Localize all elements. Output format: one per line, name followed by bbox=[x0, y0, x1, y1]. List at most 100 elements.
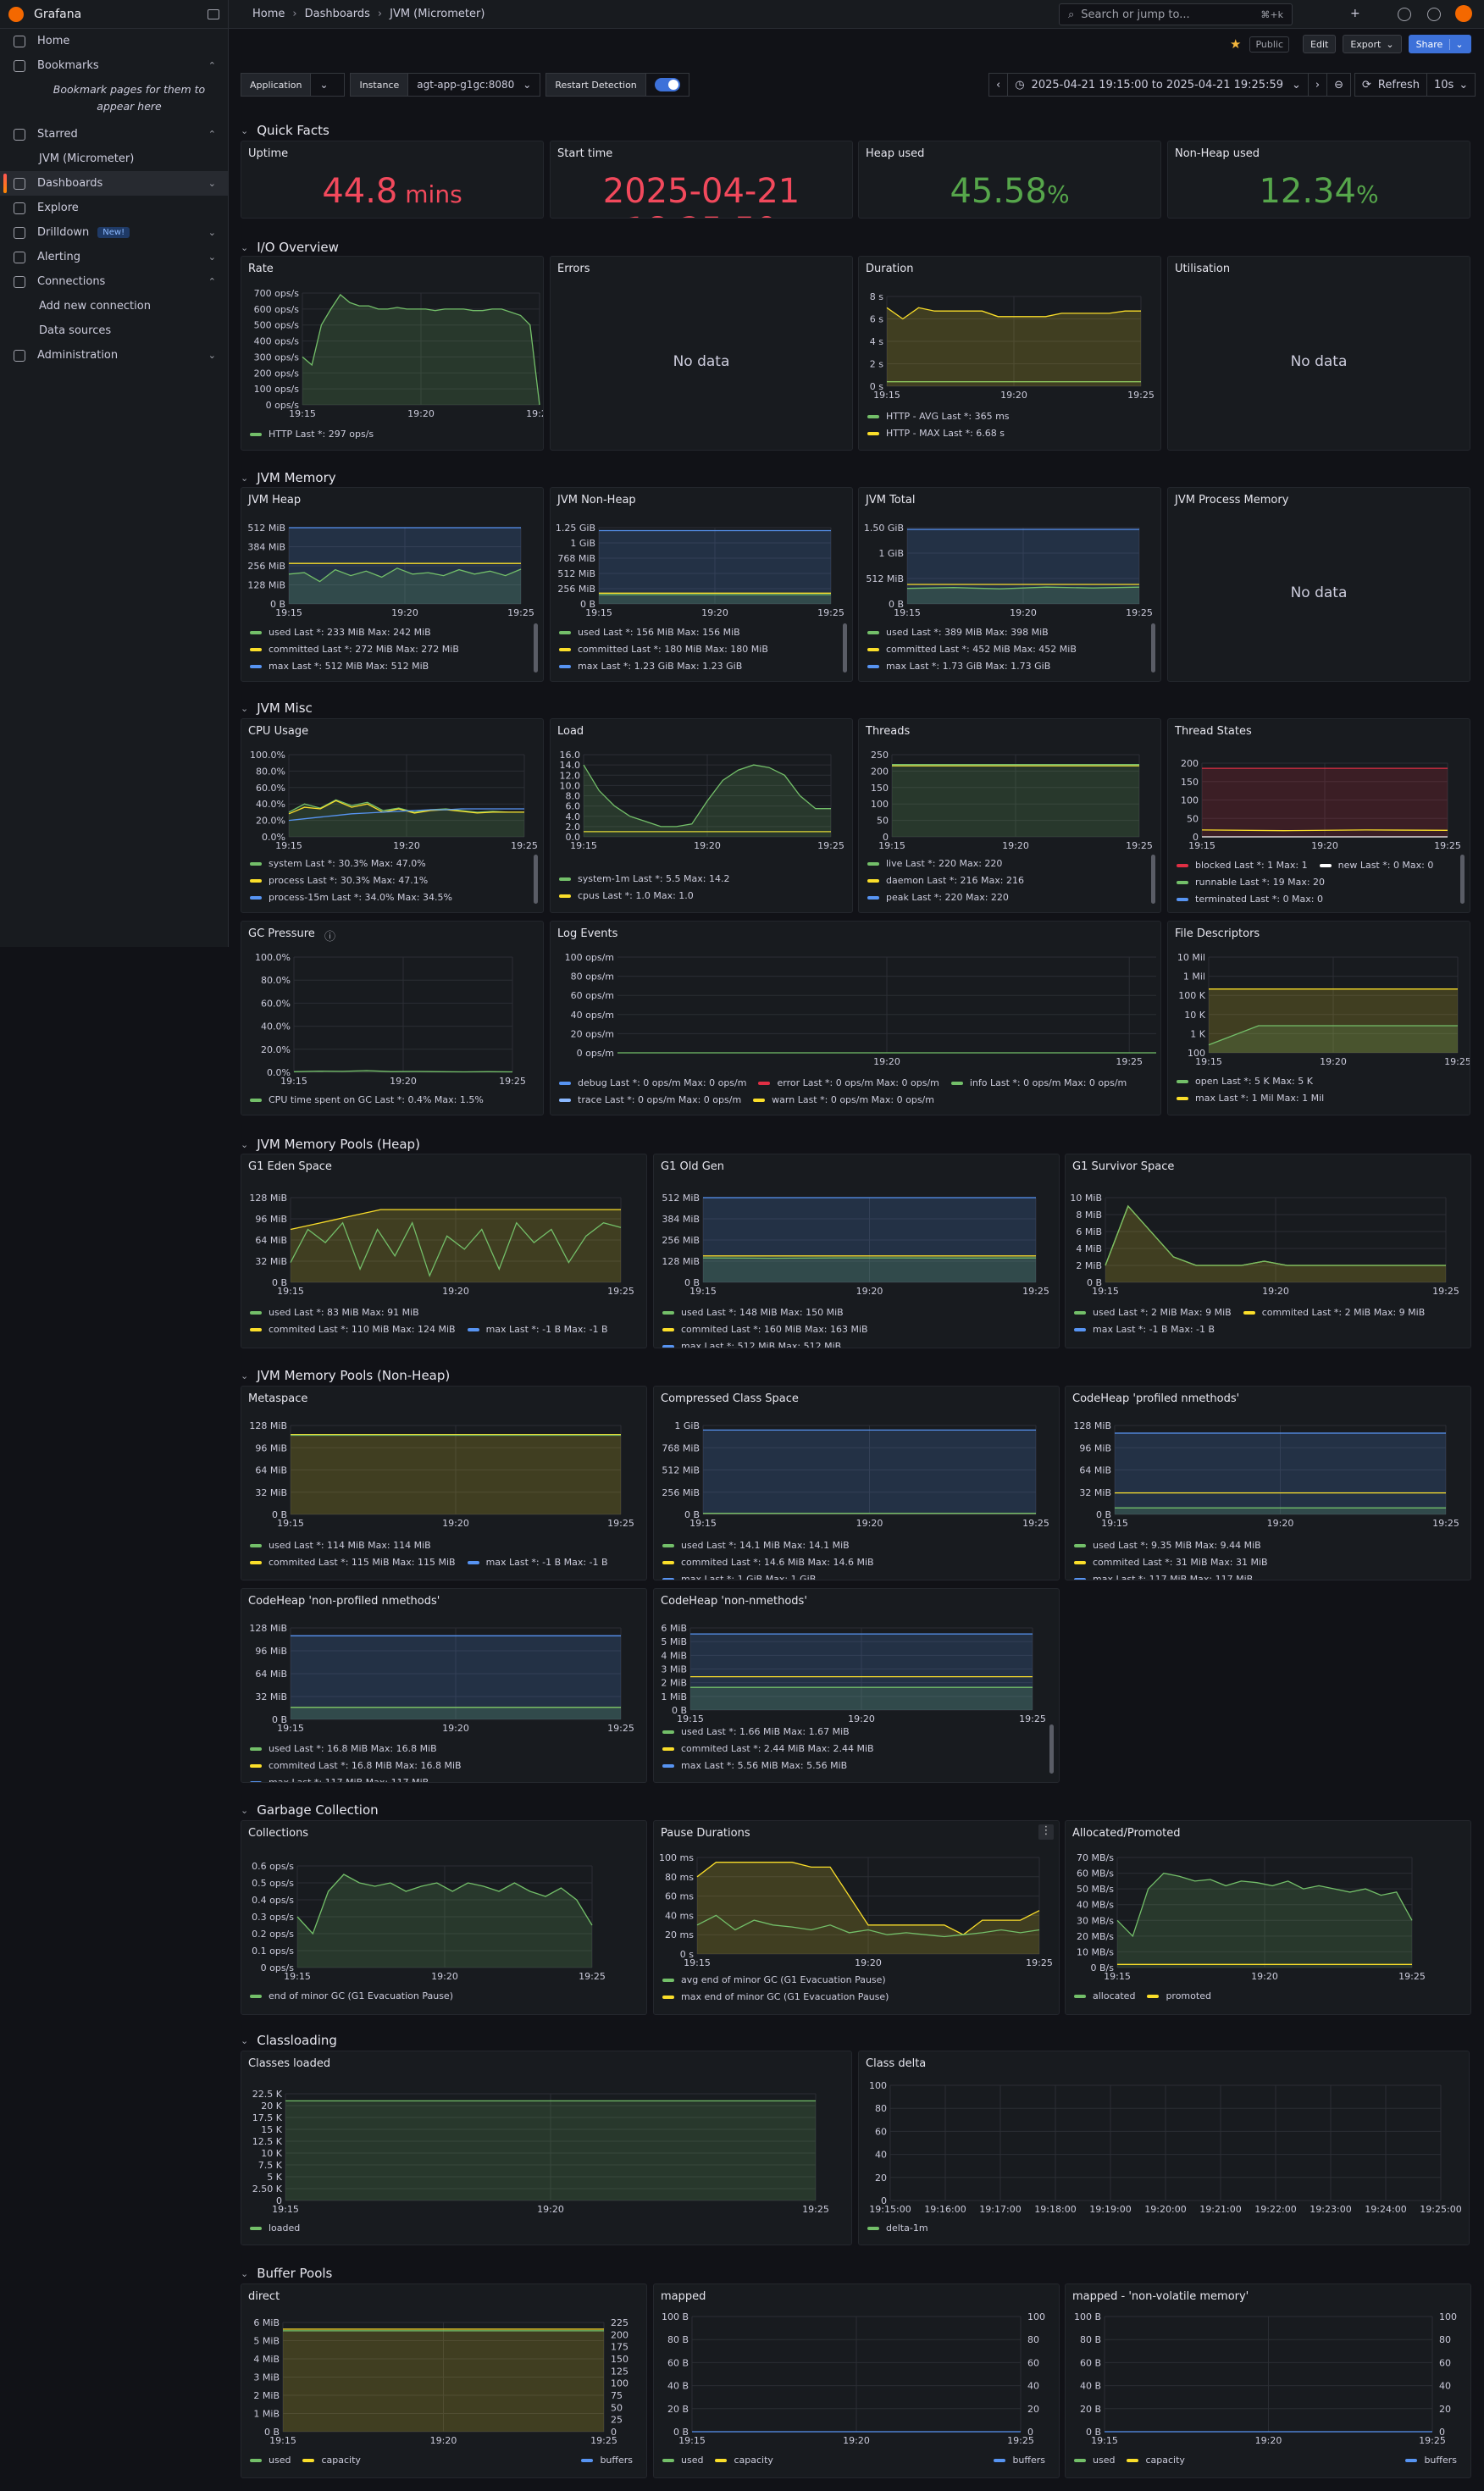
panel-gc-pressure[interactable]: GC Pressure ⓘ 100.0% 80.0% 60.0% 40.0% 20.0% 0.… bbox=[241, 921, 544, 1115]
chevron-down-icon[interactable]: ⌄ bbox=[241, 473, 248, 484]
legend-item[interactable]: debug Last *: 0 ops/m Max: 0 ops/m bbox=[559, 1075, 746, 1092]
row-header[interactable]: ⌄ Classloading bbox=[241, 2030, 337, 2051]
grafana-logo-icon[interactable] bbox=[8, 6, 24, 22]
panel-jvm-non-heap[interactable]: JVM Non-Heap 1.25 GiB 1 GiB 768 MiB 512 MiB 2… bbox=[550, 487, 853, 682]
chevron-icon[interactable]: ⌃ bbox=[208, 60, 216, 71]
legend-item[interactable]: error Last *: 0 ops/m Max: 0 ops/m bbox=[758, 1075, 939, 1092]
time-range-button[interactable]: ◷ 2025-04-21 19:15:00 to 2025-04-21 19:25… bbox=[1008, 73, 1309, 97]
legend-item[interactable]: info Last *: 0 ops/m Max: 0 ops/m bbox=[950, 1075, 1127, 1092]
panel-jvm-total[interactable]: JVM Total 1.50 GiB 1 GiB 512 MiB 0 B 19:15 19:… bbox=[858, 487, 1161, 682]
legend-item[interactable]: trace Last *: 0 ops/m Max: 0 ops/m bbox=[559, 1092, 741, 1109]
legend-item[interactable]: commited Last *: 160 MiB Max: 163 MiB bbox=[662, 1321, 868, 1338]
legend-item[interactable]: used Last *: 14.1 MiB Max: 14.1 MiB bbox=[662, 1537, 850, 1554]
share-button[interactable]: Share ⌄ bbox=[1408, 35, 1471, 53]
sidebar-item-drilldown[interactable]: Drilldown New! ⌄ bbox=[0, 220, 228, 245]
chevron-down-icon[interactable]: ⌄ bbox=[241, 1370, 248, 1381]
panel-load[interactable]: Load 16.0 14.0 12.0 10.0 8.0 6.0 4.0 2.0 0.0 19:15… bbox=[550, 718, 853, 913]
panel-start-time[interactable]: Start time 2025-04-21 18:25:50 bbox=[550, 141, 853, 219]
panel-classes-loaded[interactable]: Classes loaded 22.5 K 20 K 17.5 K 15 K 12.5 K… bbox=[241, 2051, 852, 2245]
row-header[interactable]: ⌄ JVM Misc bbox=[241, 698, 313, 718]
legend-item[interactable]: used bbox=[250, 2452, 291, 2469]
legend-item[interactable]: max Last *: -1 B Max: -1 B bbox=[467, 1554, 608, 1571]
panel-codeheap-profiled[interactable]: CodeHeap 'profiled nmethods' 128 MiB 96 Mi… bbox=[1065, 1386, 1471, 1580]
legend-item[interactable]: used Last *: 148 MiB Max: 150 MiB bbox=[662, 1304, 844, 1321]
application-select[interactable]: ⌄ bbox=[311, 73, 346, 97]
legend-item[interactable]: max Last *: 512 MiB Max: 512 MiB bbox=[250, 658, 534, 675]
legend-item[interactable]: max Last *: -1 B Max: -1 B bbox=[467, 1321, 608, 1338]
panel-threads[interactable]: Threads 250 200 150 100 50 0 19:15 19:20 19:25 liv… bbox=[858, 718, 1161, 913]
legend-item[interactable]: warn Last *: 0 ops/m Max: 0 ops/m bbox=[753, 1092, 934, 1109]
legend-item[interactable]: daemon Last *: 216 Max: 216 bbox=[867, 872, 1152, 889]
legend-item[interactable]: allocated bbox=[1074, 1988, 1135, 2005]
sidebar-item-connections[interactable]: Connections ⌃ bbox=[0, 269, 228, 294]
legend-item[interactable]: capacity bbox=[302, 2452, 361, 2469]
legend-scrollbar[interactable] bbox=[1151, 623, 1155, 673]
legend-item[interactable]: blocked Last *: 1 Max: 1 bbox=[1177, 857, 1308, 874]
legend-item[interactable]: used Last *: 2 MiB Max: 9 MiB bbox=[1074, 1304, 1232, 1321]
legend-item[interactable]: commited Last *: 2 MiB Max: 9 MiB bbox=[1243, 1304, 1425, 1321]
legend-item[interactable]: HTTP Last *: 297 ops/s bbox=[250, 426, 534, 443]
panel-log-events[interactable]: Log Events 100 ops/m 80 ops/m 60 ops/m 40 op… bbox=[550, 921, 1161, 1115]
panel-pause-durations[interactable]: Pause Durations ⋮ 100 ms 80 ms 60 ms 40 ms 20 … bbox=[653, 1820, 1060, 2015]
refresh-interval-select[interactable]: 10s ⌄ bbox=[1427, 73, 1476, 97]
legend-scrollbar[interactable] bbox=[843, 623, 847, 673]
sidebar-item-starred[interactable]: Starred ⌃ bbox=[0, 122, 228, 147]
panel-buffer-mapped-nvm[interactable]: mapped - 'non-volatile memory' 100 B 80 B6… bbox=[1065, 2283, 1471, 2478]
legend-item[interactable]: used Last *: 233 MiB Max: 242 MiB bbox=[250, 624, 534, 641]
legend-item-right[interactable]: buffers bbox=[1405, 2452, 1457, 2469]
new-button[interactable]: + bbox=[1350, 7, 1360, 20]
sidebar-item-home[interactable]: Home bbox=[0, 29, 228, 53]
legend-scrollbar[interactable] bbox=[1151, 855, 1155, 904]
legend-item[interactable]: max Last *: 512 MiB Max: 512 MiB bbox=[662, 1338, 841, 1348]
time-forward-button[interactable]: › bbox=[1308, 73, 1328, 97]
panel-non-heap-used[interactable]: Non-Heap used 12.34% bbox=[1167, 141, 1470, 219]
chevron-down-icon[interactable]: ⌄ bbox=[1449, 38, 1464, 50]
sidebar-item-explore[interactable]: Explore bbox=[0, 196, 228, 220]
panel-errors[interactable]: Errors No data bbox=[550, 256, 853, 451]
breadcrumb-item[interactable]: Home bbox=[252, 8, 285, 20]
legend-item[interactable]: committed Last *: 180 MiB Max: 180 MiB bbox=[559, 641, 844, 658]
row-header[interactable]: ⌄ JVM Memory Pools (Non-Heap) bbox=[241, 1365, 450, 1386]
legend-item[interactable]: open Last *: 5 K Max: 5 K bbox=[1177, 1073, 1461, 1090]
chevron-down-icon[interactable]: ⌄ bbox=[241, 2035, 248, 2046]
zoom-out-button[interactable]: ⊖ bbox=[1327, 73, 1352, 97]
legend-item[interactable]: used Last *: 83 MiB Max: 91 MiB bbox=[250, 1304, 419, 1321]
legend-item[interactable]: avg end of minor GC (G1 Evacuation Pause… bbox=[662, 1972, 1050, 1989]
chevron-down-icon[interactable]: ⌄ bbox=[241, 1805, 248, 1816]
chevron-icon[interactable]: ⌄ bbox=[208, 350, 216, 361]
legend-item[interactable]: runnable Last *: 19 Max: 20 bbox=[1177, 874, 1325, 891]
help-icon[interactable] bbox=[1398, 8, 1411, 21]
legend-item[interactable]: used Last *: 16.8 MiB Max: 16.8 MiB bbox=[250, 1741, 437, 1758]
legend-item[interactable]: CPU time spent on GC Last *: 0.4% Max: 1… bbox=[250, 1092, 534, 1109]
legend-scrollbar[interactable] bbox=[1049, 1724, 1054, 1774]
legend-item[interactable]: commited Last *: 31 MiB Max: 31 MiB bbox=[1074, 1554, 1268, 1571]
panel-uptime[interactable]: Uptime 44.8 mins bbox=[241, 141, 544, 219]
legend-item[interactable]: peak Last *: 220 Max: 220 bbox=[867, 889, 1152, 906]
row-header[interactable]: ⌄ Garbage Collection bbox=[241, 1800, 379, 1820]
news-icon[interactable] bbox=[1427, 8, 1441, 21]
user-avatar[interactable] bbox=[1455, 5, 1472, 22]
row-header[interactable]: ⌄ JVM Memory bbox=[241, 468, 336, 488]
panel-allocated-promoted[interactable]: Allocated/Promoted 70 MB/s 60 MB/s 50 MB/s 4… bbox=[1065, 1820, 1471, 2015]
panel-g1-survivor-space[interactable]: G1 Survivor Space 10 MiB 8 MiB 6 MiB 4 MiB 2 … bbox=[1065, 1154, 1471, 1348]
breadcrumb-item[interactable]: JVM (Micrometer) bbox=[390, 8, 485, 20]
chevron-down-icon[interactable]: ⌄ bbox=[241, 1139, 248, 1150]
legend-item[interactable]: commited Last *: 14.6 MiB Max: 14.6 MiB bbox=[662, 1554, 874, 1571]
row-header[interactable]: ⌄ JVM Memory Pools (Heap) bbox=[241, 1134, 420, 1154]
legend-item[interactable]: capacity bbox=[715, 2452, 773, 2469]
chevron-icon[interactable]: ⌃ bbox=[208, 129, 216, 140]
panel-utilisation[interactable]: Utilisation No data bbox=[1167, 256, 1470, 451]
panel-jvm-heap[interactable]: JVM Heap 512 MiB 384 MiB 256 MiB 128 MiB 0 B1… bbox=[241, 487, 544, 682]
chevron-down-icon[interactable]: ⌄ bbox=[241, 125, 248, 136]
legend-item[interactable]: process Last *: 30.3% Max: 47.1% bbox=[250, 872, 534, 889]
panel-jvm-process-memory[interactable]: JVM Process Memory No data bbox=[1167, 487, 1470, 682]
legend-item[interactable]: system-1m Last *: 5.5 Max: 14.2 bbox=[559, 871, 844, 888]
legend-item[interactable]: HTTP - MAX Last *: 6.68 s bbox=[867, 425, 1152, 442]
legend-item[interactable]: terminated Last *: 0 Max: 0 bbox=[1177, 891, 1323, 908]
sidebar-item-alerting[interactable]: Alerting ⌄ bbox=[0, 245, 228, 269]
legend-item[interactable]: commited Last *: 110 MiB Max: 124 MiB bbox=[250, 1321, 456, 1338]
chevron-icon[interactable]: ⌃ bbox=[208, 276, 216, 287]
breadcrumb-item[interactable]: Dashboards bbox=[305, 8, 370, 20]
edit-button[interactable]: Edit bbox=[1303, 35, 1337, 53]
panel-g1-eden-space[interactable]: G1 Eden Space 128 MiB 96 MiB 64 MiB 32 MiB 0 … bbox=[241, 1154, 647, 1348]
